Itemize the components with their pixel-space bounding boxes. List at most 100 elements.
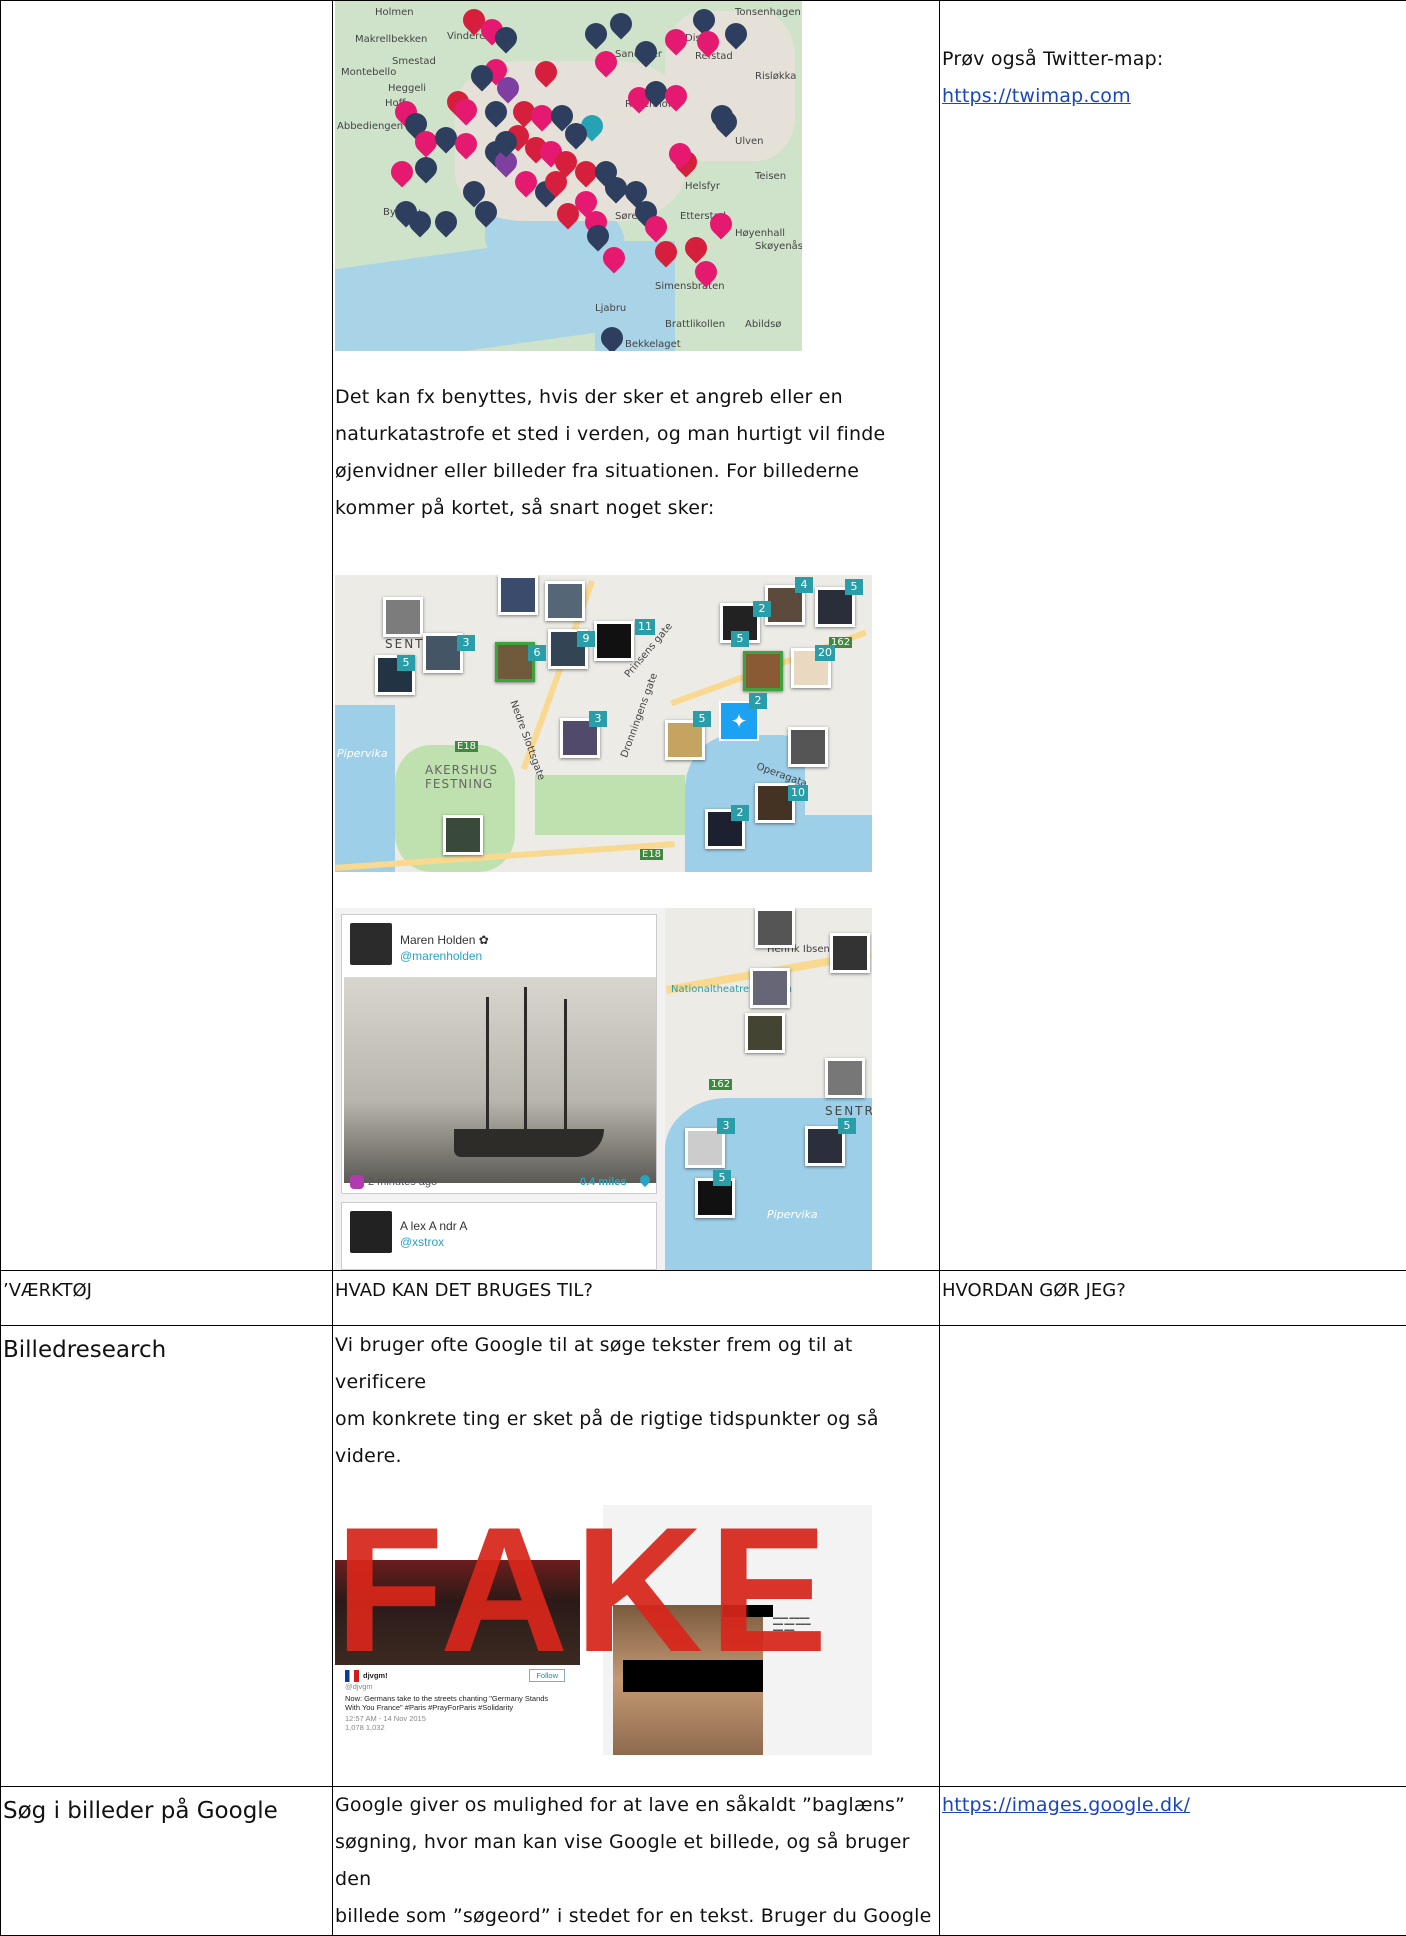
table-header-row: ’VÆRKTØJ HVAD KAN DET BRUGES TIL? HVORDA… [1,1271,1406,1326]
map-label: Makrellbekken [355,34,427,45]
document-table: Holmen Vinderen Makrellbekken Smestad Mo… [0,0,1406,1936]
map-label: Abbediengen [337,121,403,132]
cluster-count-badge: 2 [749,693,767,709]
table-row: Søg i billeder på Google Google giver os… [1,1787,1406,1936]
instagram-icon [350,1175,364,1189]
post-author-name: A lex A ndr A [400,1219,467,1233]
map-label: SENTRUM [825,1104,872,1118]
description-paragraph: Det kan fx benyttes, hvis der sker et an… [335,379,939,527]
cluster-count-badge: 2 [753,601,771,617]
cluster-count-badge: 3 [717,1118,735,1134]
map-label: Tonsenhagen [735,7,801,18]
header-usage: HVAD KAN DET BRUGES TIL? [335,1271,939,1305]
social-media-pin-map: Holmen Vinderen Makrellbekken Smestad Mo… [335,1,802,351]
header-cell: ’VÆRKTØJ [1,1271,333,1326]
fake-image-examples: djvgm! Follow @djvgm Now: Germans take t… [335,1505,872,1755]
header-howto: HVORDAN GØR JEG? [942,1271,1406,1305]
cluster-count-badge: 5 [693,711,711,727]
tweet-text: Now: Germans take to the streets chantin… [345,1694,565,1712]
cluster-count-badge: 2 [731,805,749,821]
map-label: Ulven [735,136,764,147]
cluster-count-badge: 20 [815,645,835,661]
location-pin-icon[interactable] [386,156,417,187]
photo-thumbnail[interactable] [755,908,795,948]
photo-thumbnail[interactable] [745,1013,785,1053]
photo-thumbnail[interactable] [788,727,828,767]
location-pin-icon[interactable] [680,232,711,263]
text-line: naturkatastrofe et sted i verden, og man… [335,416,939,453]
map-label: Teisen [755,171,786,182]
photo-thumbnail[interactable] [383,597,423,637]
photo-thumbnail[interactable] [743,651,783,691]
photo-thumbnail[interactable] [443,815,483,855]
vk-pin-icon[interactable] [410,152,441,183]
photo-thumbnail[interactable] [830,933,870,973]
post-distance: 0.4 miles [580,1176,626,1188]
text-line: øjenvidner eller billeder fra situatione… [335,453,939,490]
map-label: Abildsø [745,319,781,330]
vk-pin-icon[interactable] [430,206,461,237]
tool-cell: Søg i billeder på Google [1,1787,333,1936]
map-label: Helsfyr [685,181,720,192]
description-cell: Vi bruger ofte Google til at søge tekste… [333,1326,940,1787]
text-line: Google giver os mulighed for at lave en … [335,1787,939,1824]
post-card[interactable]: A lex A ndr A @xstrox [341,1202,657,1270]
tool-cell [1,1,333,1271]
cluster-count-badge: 3 [589,711,607,727]
post-author-name: Maren Holden ✿ [400,933,489,947]
post-author-handle[interactable]: @marenholden [400,949,482,963]
google-images-link[interactable]: https://images.google.dk/ [942,1794,1190,1816]
howto-cell: Prøv også Twitter-map: https://twimap.co… [940,1,1406,1271]
cluster-count-badge: 4 [795,577,813,593]
cluster-count-badge: 5 [713,1170,731,1186]
map-label: Bekkelaget [625,339,681,350]
description-cell: Holmen Vinderen Makrellbekken Smestad Mo… [333,1,940,1271]
text-line: billede som ”søgeord” i stedet for en te… [335,1898,939,1935]
cluster-count-badge: 10 [788,785,808,801]
cluster-count-badge: 5 [397,655,415,671]
tweet-time: 12:57 AM - 14 Nov 2015 [345,1714,565,1723]
post-card[interactable]: Maren Holden ✿ @marenholden 2 minutes ag… [341,914,657,1194]
header-cell: HVAD KAN DET BRUGES TIL? [333,1271,940,1326]
tool-name: Billedresearch [3,1326,332,1366]
map-label: Dronningens gate [619,672,660,760]
text-line: om konkrete ting er sket på de rigtige t… [335,1401,939,1475]
photo-thumbnail[interactable] [825,1058,865,1098]
howto-cell [940,1326,1406,1787]
table-row: Billedresearch Vi bruger ofte Google til… [1,1326,1406,1787]
tool-cell: Billedresearch [1,1326,333,1787]
tool-name: Søg i billeder på Google [3,1787,332,1827]
header-tool: ’VÆRKTØJ [3,1271,332,1305]
vk-pin-icon[interactable] [605,8,636,39]
avatar [350,1211,392,1253]
map-label: Smestad [392,56,436,67]
cluster-count-badge: 11 [635,619,655,635]
photo-thumbnail[interactable] [594,621,634,661]
description-cell: Google giver os mulighed for at lave en … [333,1787,940,1936]
map-label: Simensbråten [655,281,725,292]
post-author-handle[interactable]: @xstrox [400,1235,444,1249]
photo-thumbnail[interactable] [545,581,585,621]
text-line: Det kan fx benyttes, hvis der sker et an… [335,379,939,416]
map-label: Risløkka [755,71,796,82]
fake-overlay-text: FAKE [335,1505,834,1675]
text-line: Vi bruger ofte Google til at søge tekste… [335,1327,939,1401]
cluster-count-badge: 5 [845,579,863,595]
post-time: 2 minutes ago [368,1176,437,1188]
photo-thumbnail[interactable] [685,1128,725,1168]
photo-feed-map: Henrik Ibsens Nationaltheatret stasjon S… [335,908,872,1270]
post-feed-panel[interactable]: Maren Holden ✿ @marenholden 2 minutes ag… [335,908,665,1270]
vk-pin-icon[interactable] [580,18,611,49]
cluster-count-badge: 3 [457,635,475,651]
map-label: Pipervika [767,1208,818,1221]
map-label: Brattlikollen [665,319,725,330]
twimap-link[interactable]: https://twimap.com [942,85,1131,107]
photo-thumbnail[interactable] [498,575,538,615]
post-photo[interactable] [344,977,656,1183]
table-row: Holmen Vinderen Makrellbekken Smestad Mo… [1,1,1406,1271]
map-label: Skøyenåsen [755,241,802,252]
map-label: AKERSHUS FESTNING [425,763,505,791]
twitter-map-note: Prøv også Twitter-map: [942,41,1406,78]
avatar [350,923,392,965]
photo-thumbnail[interactable] [750,968,790,1008]
